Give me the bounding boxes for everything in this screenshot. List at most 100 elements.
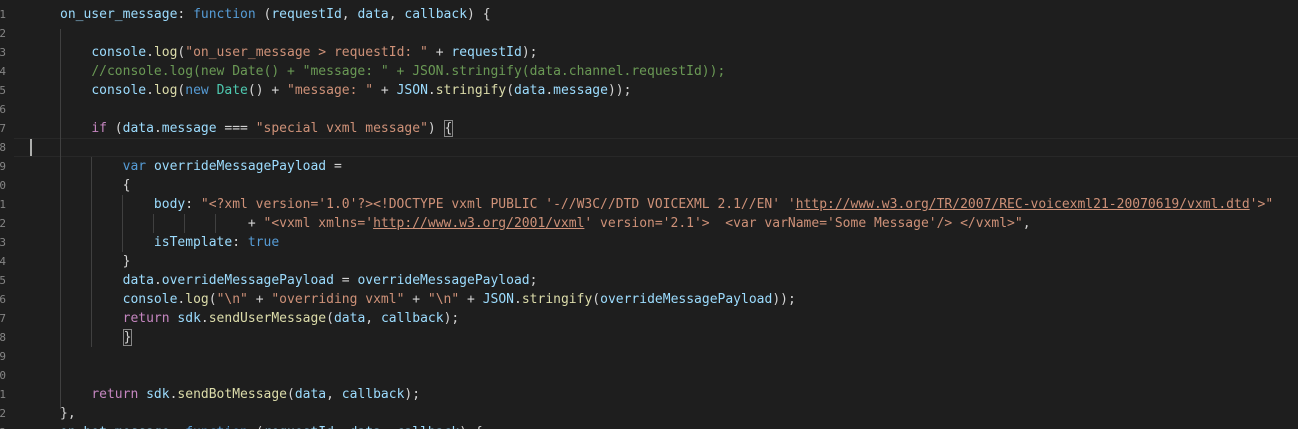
code-line[interactable]: if (data.message === "special vxml messa… [60, 119, 454, 138]
code-token: . [545, 83, 554, 98]
code-token: ( [208, 292, 217, 307]
code-line[interactable]: isTemplate: true [60, 233, 279, 252]
line-number: 4 [0, 65, 6, 78]
code-token: ) { [459, 425, 482, 429]
code-token: + [373, 83, 397, 98]
code-token: "message: " [287, 83, 374, 98]
code-line[interactable]: console.log(new Date() + "message: " + J… [60, 81, 631, 100]
code-line[interactable]: console.log("on_user_message > requestId… [60, 43, 537, 62]
code-token: + [60, 216, 264, 231]
code-line[interactable]: return sdk.sendBotMessage(data, callback… [60, 385, 420, 404]
code-token: ); [404, 387, 421, 402]
code-token: on_bot_message [60, 425, 170, 429]
line-number: 8 [0, 331, 6, 344]
code-token: data [333, 311, 366, 326]
code-token: log [153, 83, 178, 98]
code-line[interactable]: }, [60, 404, 76, 423]
code-token: function [185, 425, 248, 429]
code-token: function [193, 7, 256, 22]
code-line[interactable]: { [60, 176, 131, 195]
code-line[interactable]: on_bot_message: function (requestId, dat… [60, 423, 483, 429]
text-cursor [30, 139, 32, 156]
code-token: "\n" [427, 292, 460, 307]
code-editor[interactable]: 1 2 3 4 5 6 7 8 9 0 1 2 3 4 5 6 7 8 9 0 1 2 3 on_user_message:… [0, 0, 1298, 429]
line-number: 4 [0, 255, 6, 268]
code-line[interactable]: return sdk.sendUserMessage(data, callbac… [60, 309, 460, 328]
code-token: stringify [435, 83, 507, 98]
code-token: + [247, 292, 272, 307]
code-token: ; [529, 273, 538, 288]
url-link[interactable]: http://www.w3.org/2001/vxml [373, 216, 584, 231]
code-token: return [91, 387, 139, 402]
code-token: = [333, 273, 358, 288]
code-token: , [326, 387, 342, 402]
code-token: callback [404, 7, 468, 22]
code-token: stringify [521, 292, 593, 307]
line-number: 0 [0, 369, 6, 382]
code-token: log [153, 45, 178, 60]
line-number: 7 [0, 312, 6, 325]
code-token: "special vxml message" [255, 121, 428, 136]
code-token: "<vxml xmlns=' [263, 216, 374, 231]
code-line[interactable]: } [60, 328, 133, 347]
code-token: + [459, 292, 483, 307]
code-line[interactable]: console.log("\n" + "overriding vxml" + "… [60, 290, 796, 309]
code-token: sdk [177, 311, 201, 326]
code-token: "\n" [216, 292, 248, 307]
code-token: . [146, 83, 154, 98]
code-token: Date [216, 83, 248, 98]
code-token: JSON [396, 83, 428, 98]
code-token: . [514, 292, 522, 307]
code-token: ( [506, 83, 515, 98]
code-token: new [185, 83, 209, 98]
code-token: : [170, 425, 186, 429]
line-number: 3 [0, 46, 6, 59]
code-token: { [60, 178, 131, 193]
code-line[interactable]: } [60, 252, 131, 271]
code-token: '>" [1249, 197, 1274, 212]
code-token: ( [248, 425, 264, 429]
code-line[interactable]: + "<vxml xmlns='http://www.w3.org/2001/v… [60, 214, 1031, 233]
line-number-gutter[interactable]: 1 2 3 4 5 6 7 8 9 0 1 2 3 4 5 6 7 8 9 0 1 2 3 [0, 0, 14, 429]
code-token: console [91, 83, 147, 98]
code-token: body [153, 197, 186, 212]
code-token: overrideMessagePayload [600, 292, 773, 307]
code-line[interactable]: on_user_message: function (requestId, da… [60, 5, 491, 24]
code-line[interactable]: var overrideMessagePayload = [60, 157, 342, 176]
code-token: , [381, 425, 397, 429]
code-line[interactable]: //console.log(new Date() + "message: " +… [60, 62, 725, 81]
code-token: "overriding vxml" [271, 292, 405, 307]
code-token: callback [397, 425, 460, 429]
code-token: data [350, 425, 381, 429]
code-token: message [553, 83, 608, 98]
line-number: 9 [0, 350, 6, 363]
code-line[interactable]: data.overrideMessagePayload = overrideMe… [60, 271, 538, 290]
code-token: )); [772, 292, 796, 307]
code-line[interactable]: body: "<?xml version='1.0'?><!DOCTYPE vx… [60, 195, 1273, 214]
line-number: 5 [0, 84, 6, 97]
code-token: ( [592, 292, 601, 307]
line-number: 2 [0, 407, 6, 420]
url-link[interactable]: http://www.w3.org/TR/2007/REC-voicexml21… [796, 197, 1250, 212]
line-number: 3 [0, 423, 6, 429]
line-number: 1 [0, 388, 6, 401]
code-token: sendBotMessage [177, 387, 287, 402]
code-token: requestId [264, 425, 334, 429]
line-number: 1 [0, 198, 6, 211]
matching-bracket: } [122, 329, 133, 346]
code-token: . [200, 311, 209, 326]
line-number: 9 [0, 160, 6, 173]
code-token: , [1022, 216, 1031, 231]
code-token: = [326, 159, 342, 174]
line-number: 2 [0, 27, 6, 40]
line-number: 3 [0, 236, 6, 249]
code-token: )); [607, 83, 632, 98]
code-token: overrideMessagePayload [161, 273, 334, 288]
code-token: log [185, 292, 209, 307]
